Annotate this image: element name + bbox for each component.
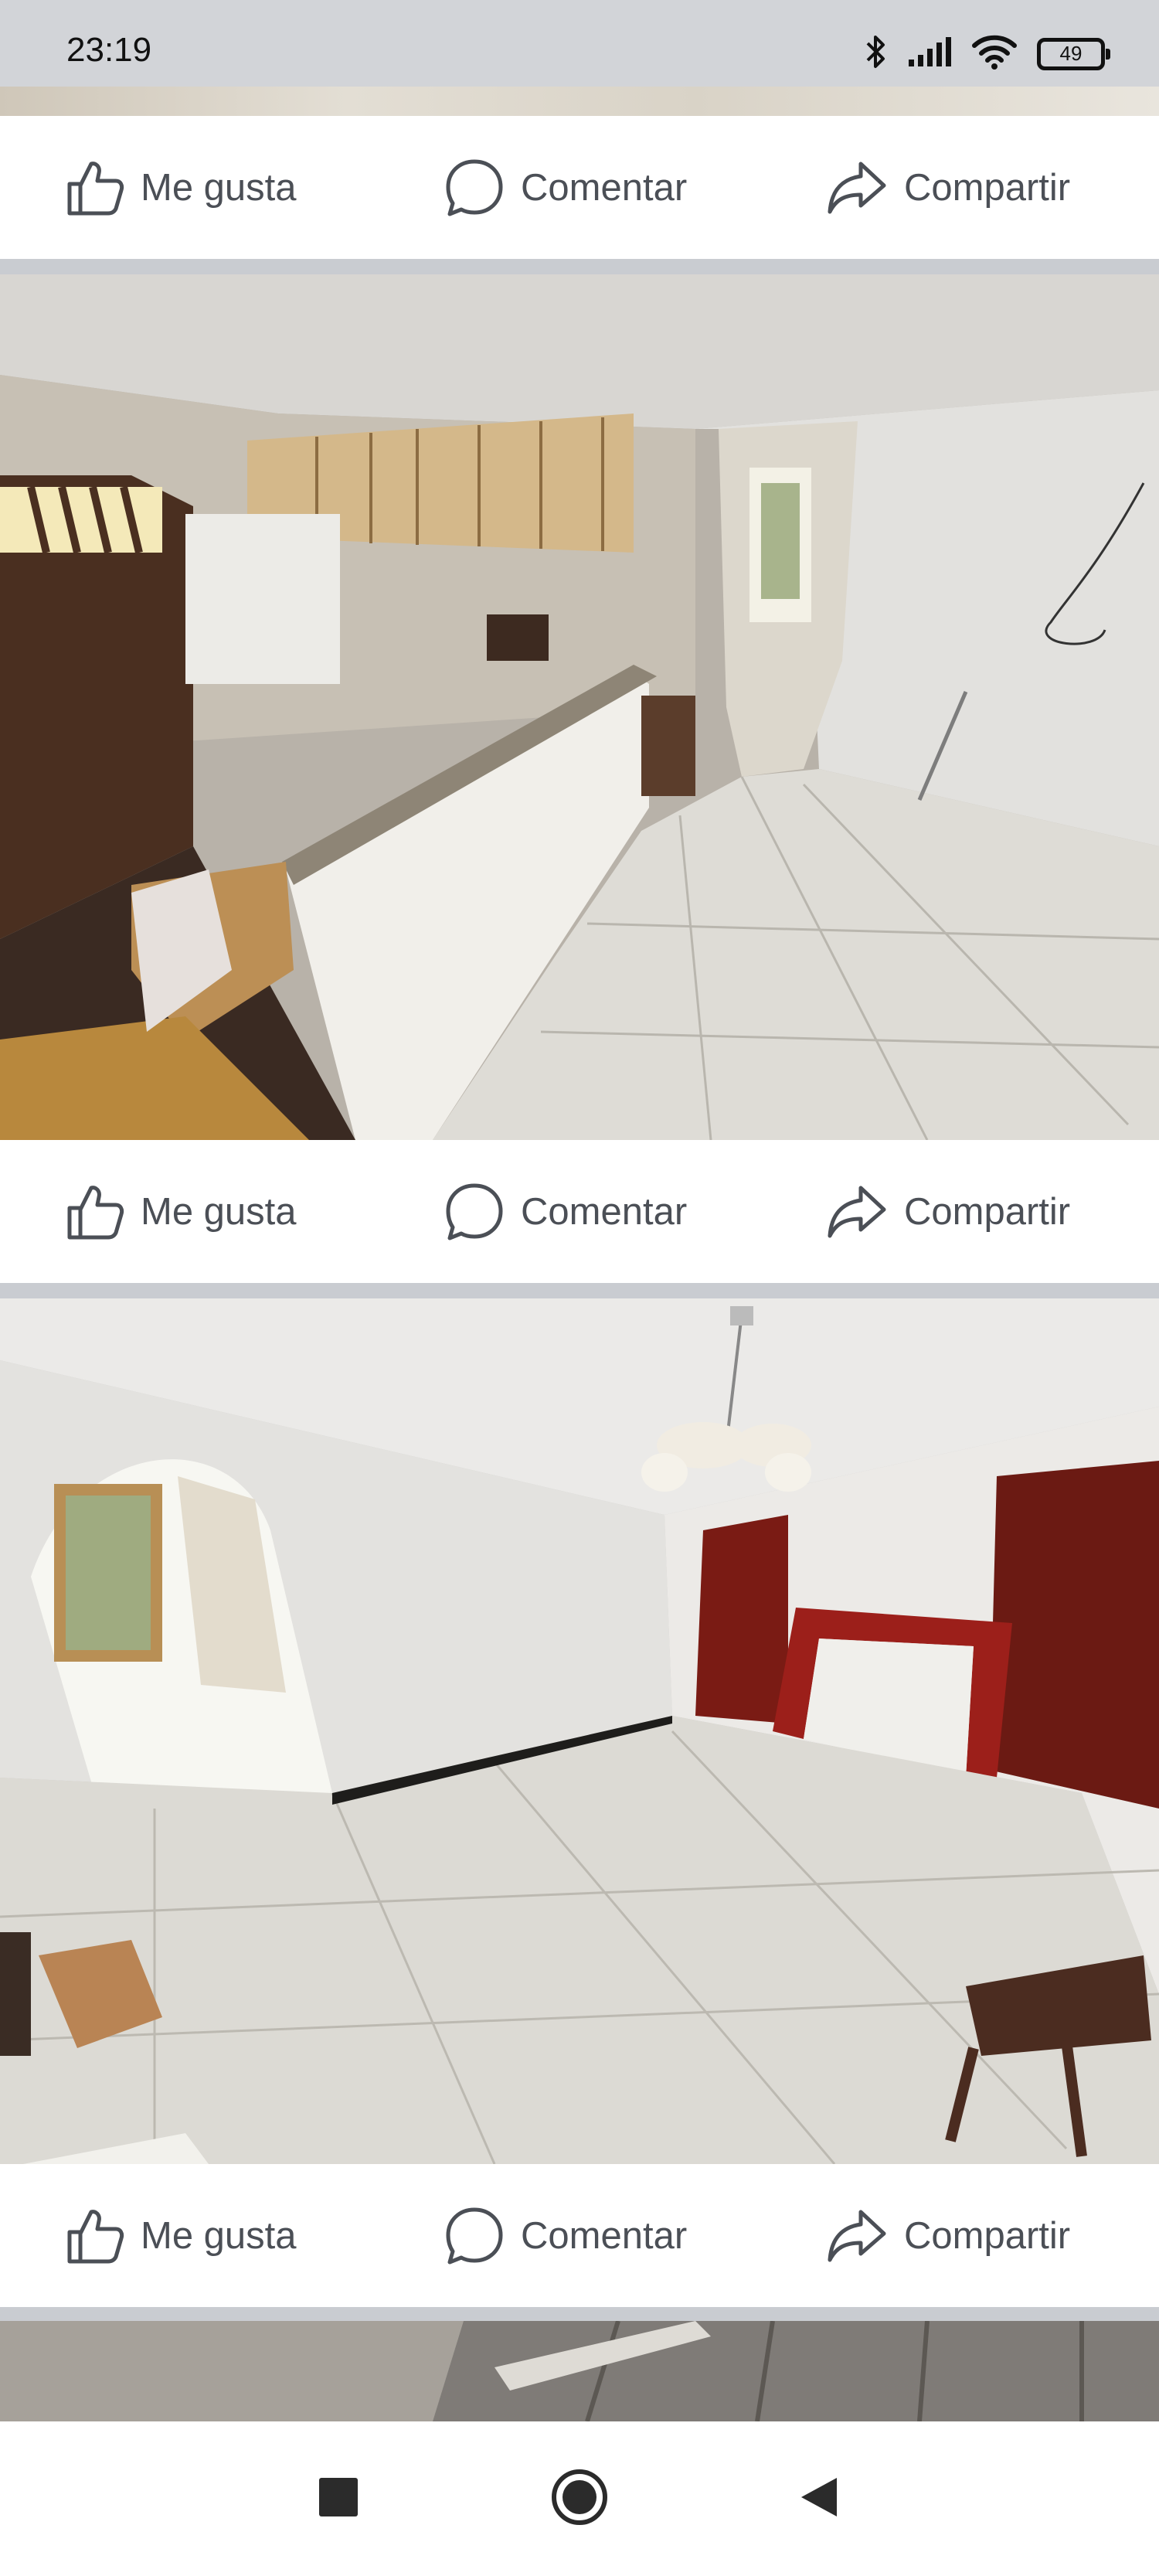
battery-level: 49 <box>1059 42 1083 65</box>
share-button[interactable]: Compartir <box>825 116 1070 259</box>
status-time: 23:19 <box>66 31 152 69</box>
like-label: Me gusta <box>141 1190 297 1233</box>
recent-apps-button[interactable] <box>292 2421 385 2576</box>
comment-button[interactable]: Comentar <box>444 2164 687 2307</box>
post-actions: Me gusta Comentar Compartir <box>0 116 1159 259</box>
share-arrow-icon <box>825 2206 889 2266</box>
system-nav-bar <box>0 2421 1159 2576</box>
wifi-icon <box>972 34 1017 73</box>
share-arrow-icon <box>825 158 889 218</box>
share-arrow-icon <box>825 1182 889 1242</box>
comment-button[interactable]: Comentar <box>444 1140 687 1283</box>
like-label: Me gusta <box>141 166 297 209</box>
comment-label: Comentar <box>521 2214 688 2257</box>
back-icon <box>798 2475 840 2523</box>
like-label: Me gusta <box>141 2214 297 2257</box>
home-icon <box>550 2468 609 2530</box>
comment-bubble-icon <box>444 1181 505 1243</box>
post-separator <box>0 259 1159 274</box>
post-photo-partial-top[interactable] <box>0 87 1159 116</box>
status-icons: 49 <box>864 34 1110 73</box>
back-button[interactable] <box>773 2421 865 2576</box>
recent-apps-icon <box>318 2476 359 2522</box>
post-separator <box>0 2307 1159 2321</box>
bluetooth-icon <box>864 34 887 73</box>
like-button[interactable]: Me gusta <box>65 116 297 259</box>
comment-bubble-icon <box>444 157 505 219</box>
share-label: Compartir <box>904 166 1071 209</box>
comment-label: Comentar <box>521 166 688 209</box>
comment-button[interactable]: Comentar <box>444 116 687 259</box>
like-button[interactable]: Me gusta <box>65 2164 297 2307</box>
battery-icon: 49 <box>1037 37 1110 70</box>
share-button[interactable]: Compartir <box>825 2164 1070 2307</box>
post-actions: Me gusta Comentar Compartir <box>0 2164 1159 2307</box>
post-separator <box>0 1283 1159 1298</box>
post-photo-partial-bottom[interactable] <box>0 2321 1159 2421</box>
post-actions: Me gusta Comentar Compartir <box>0 1140 1159 1283</box>
share-label: Compartir <box>904 1190 1071 1233</box>
comment-label: Comentar <box>521 1190 688 1233</box>
thumbs-up-icon <box>65 1182 125 1242</box>
like-button[interactable]: Me gusta <box>65 1140 297 1283</box>
post-photo-kitchen[interactable] <box>0 274 1159 1140</box>
share-label: Compartir <box>904 2214 1071 2257</box>
signal-icon <box>907 36 952 71</box>
comment-bubble-icon <box>444 2205 505 2267</box>
home-button[interactable] <box>533 2421 626 2576</box>
thumbs-up-icon <box>65 158 125 218</box>
post-photo-living-room[interactable] <box>0 1298 1159 2164</box>
share-button[interactable]: Compartir <box>825 1140 1070 1283</box>
thumbs-up-icon <box>65 2206 125 2266</box>
